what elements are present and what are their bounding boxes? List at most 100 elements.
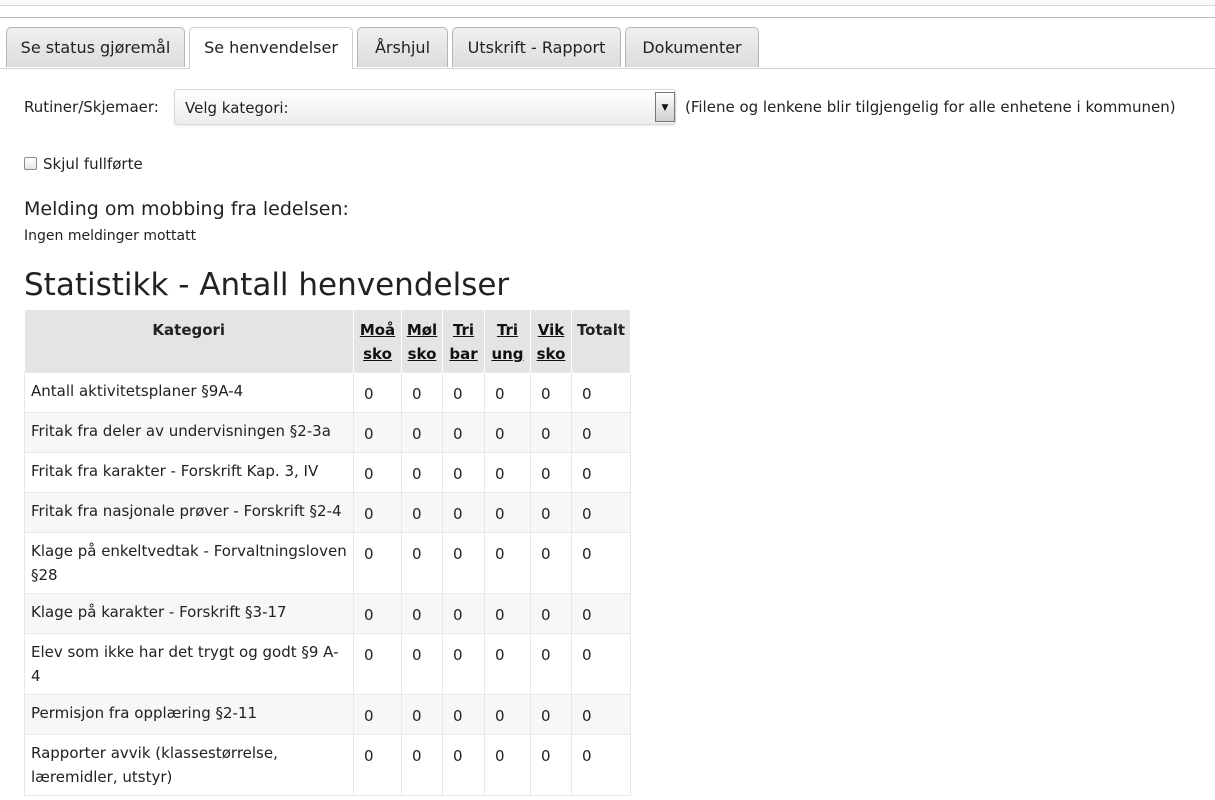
stats-title: Statistikk - Antall henvendelser [24,267,510,303]
hide-completed-row: Skjul fullførte [24,155,143,173]
unit-link-triung[interactable]: Tri ung [489,318,526,366]
row-value: 0 [353,452,402,493]
hide-completed-label[interactable]: Skjul fullførte [43,155,143,173]
header-totalt: Totalt [571,310,631,373]
row-category: Klage på enkeltvedtak - Forvaltningslove… [24,532,354,594]
row-category: Klage på karakter - Forskrift §3-17 [24,593,354,634]
row-value: 0 [484,532,531,594]
unit-link-vik[interactable]: Vik sko [535,318,567,366]
row-value: 0 [353,633,402,695]
row-value: 0 [530,492,572,533]
row-value: 0 [484,452,531,493]
header-kategori: Kategori [24,310,354,373]
mobbing-text: Ingen meldinger mottatt [24,228,197,244]
stats-table: Kategori Moå sko Møl sko Tri bar Tri ung Vik… [24,310,631,796]
row-value: 0 [530,734,572,796]
row-value: 0 [353,593,402,634]
row-value: 0 [442,492,485,533]
tab-dokumenter[interactable]: Dokumenter [625,27,759,67]
row-value: 0 [530,532,572,594]
tab-se-henvendelser[interactable]: Se henvendelser [189,27,353,69]
row-category: Rapporter avvik (klassestørrelse, læremi… [24,734,354,796]
row-total: 0 [571,633,631,695]
stats-body: Antall aktivitetsplaner §9A-4 0 0 0 0 0 0 Frita… [24,372,631,796]
table-row: Fritak fra deler av undervisningen §2-3a… [24,412,631,453]
row-value: 0 [401,412,443,453]
table-row: Klage på enkeltvedtak - Forvaltningslove… [24,532,631,594]
row-value: 0 [442,694,485,735]
row-value: 0 [484,734,531,796]
table-row: Fritak fra nasjonale prøver - Forskrift … [24,492,631,533]
header-unit-vik[interactable]: Vik sko [530,310,572,373]
row-value: 0 [353,412,402,453]
table-row: Fritak fra karakter - Forskrift Kap. 3, … [24,452,631,493]
row-total: 0 [571,593,631,634]
row-value: 0 [442,412,485,453]
select-note: (Filene og lenkene blir tilgjengelig for… [685,98,1176,116]
chevron-down-icon[interactable]: ▼ [655,92,675,122]
row-value: 0 [442,593,485,634]
table-row: Permisjon fra opplæring §2-11 0 0 0 0 0 0 [24,694,631,735]
row-value: 0 [530,593,572,634]
row-value: 0 [442,633,485,695]
row-value: 0 [442,734,485,796]
row-value: 0 [401,452,443,493]
row-value: 0 [530,452,572,493]
unit-link-tribar[interactable]: Tri bar [447,318,480,366]
header-unit-triung[interactable]: Tri ung [484,310,531,373]
row-value: 0 [484,694,531,735]
row-value: 0 [484,372,531,413]
row-value: 0 [442,372,485,413]
table-row: Antall aktivitetsplaner §9A-4 0 0 0 0 0 0 [24,372,631,413]
row-category: Fritak fra nasjonale prøver - Forskrift … [24,492,354,533]
tab-se-status-gjoremal[interactable]: Se status gjøremål [6,27,185,67]
unit-link-moa[interactable]: Moå sko [358,318,397,366]
rutiner-skjemaer-label: Rutiner/Skjemaer: [24,98,159,116]
row-total: 0 [571,372,631,413]
row-value: 0 [442,452,485,493]
row-value: 0 [442,532,485,594]
row-value: 0 [484,633,531,695]
row-category: Elev som ikke har det trygt og godt §9 A… [24,633,354,695]
mobbing-title: Melding om mobbing fra ledelsen: [24,198,349,220]
row-value: 0 [353,372,402,413]
row-total: 0 [571,694,631,735]
tab-arshjul[interactable]: Årshjul [357,27,448,67]
row-value: 0 [353,532,402,594]
category-select[interactable]: Velg kategori: ▼ [174,89,676,125]
row-total: 0 [571,492,631,533]
row-category: Fritak fra deler av undervisningen §2-3a [24,412,354,453]
hide-completed-checkbox[interactable] [24,157,37,170]
table-row: Rapporter avvik (klassestørrelse, læremi… [24,734,631,796]
stats-header-row: Kategori Moå sko Møl sko Tri bar Tri ung Vik… [24,310,631,373]
row-value: 0 [353,694,402,735]
row-total: 0 [571,452,631,493]
header-unit-mol[interactable]: Møl sko [401,310,443,373]
row-value: 0 [353,492,402,533]
row-value: 0 [484,412,531,453]
header-unit-tribar[interactable]: Tri bar [442,310,485,373]
row-category: Fritak fra karakter - Forskrift Kap. 3, … [24,452,354,493]
row-total: 0 [571,734,631,796]
row-value: 0 [530,694,572,735]
category-select-value: Velg kategori: [185,99,289,117]
row-total: 0 [571,412,631,453]
row-value: 0 [401,694,443,735]
tab-bar: Se status gjøremål Se henvendelser Årshj… [0,17,1215,69]
header-unit-moa[interactable]: Moå sko [353,310,402,373]
unit-link-mol[interactable]: Møl sko [406,318,438,366]
row-value: 0 [401,593,443,634]
row-value: 0 [401,633,443,695]
row-value: 0 [401,372,443,413]
row-category: Antall aktivitetsplaner §9A-4 [24,372,354,413]
row-value: 0 [530,633,572,695]
row-value: 0 [401,734,443,796]
row-value: 0 [401,492,443,533]
row-total: 0 [571,532,631,594]
table-row: Klage på karakter - Forskrift §3-17 0 0 0 0 0… [24,593,631,634]
row-value: 0 [401,532,443,594]
table-row: Elev som ikke har det trygt og godt §9 A… [24,633,631,695]
row-value: 0 [353,734,402,796]
tab-utskrift-rapport[interactable]: Utskrift - Rapport [452,27,621,67]
row-value: 0 [530,412,572,453]
